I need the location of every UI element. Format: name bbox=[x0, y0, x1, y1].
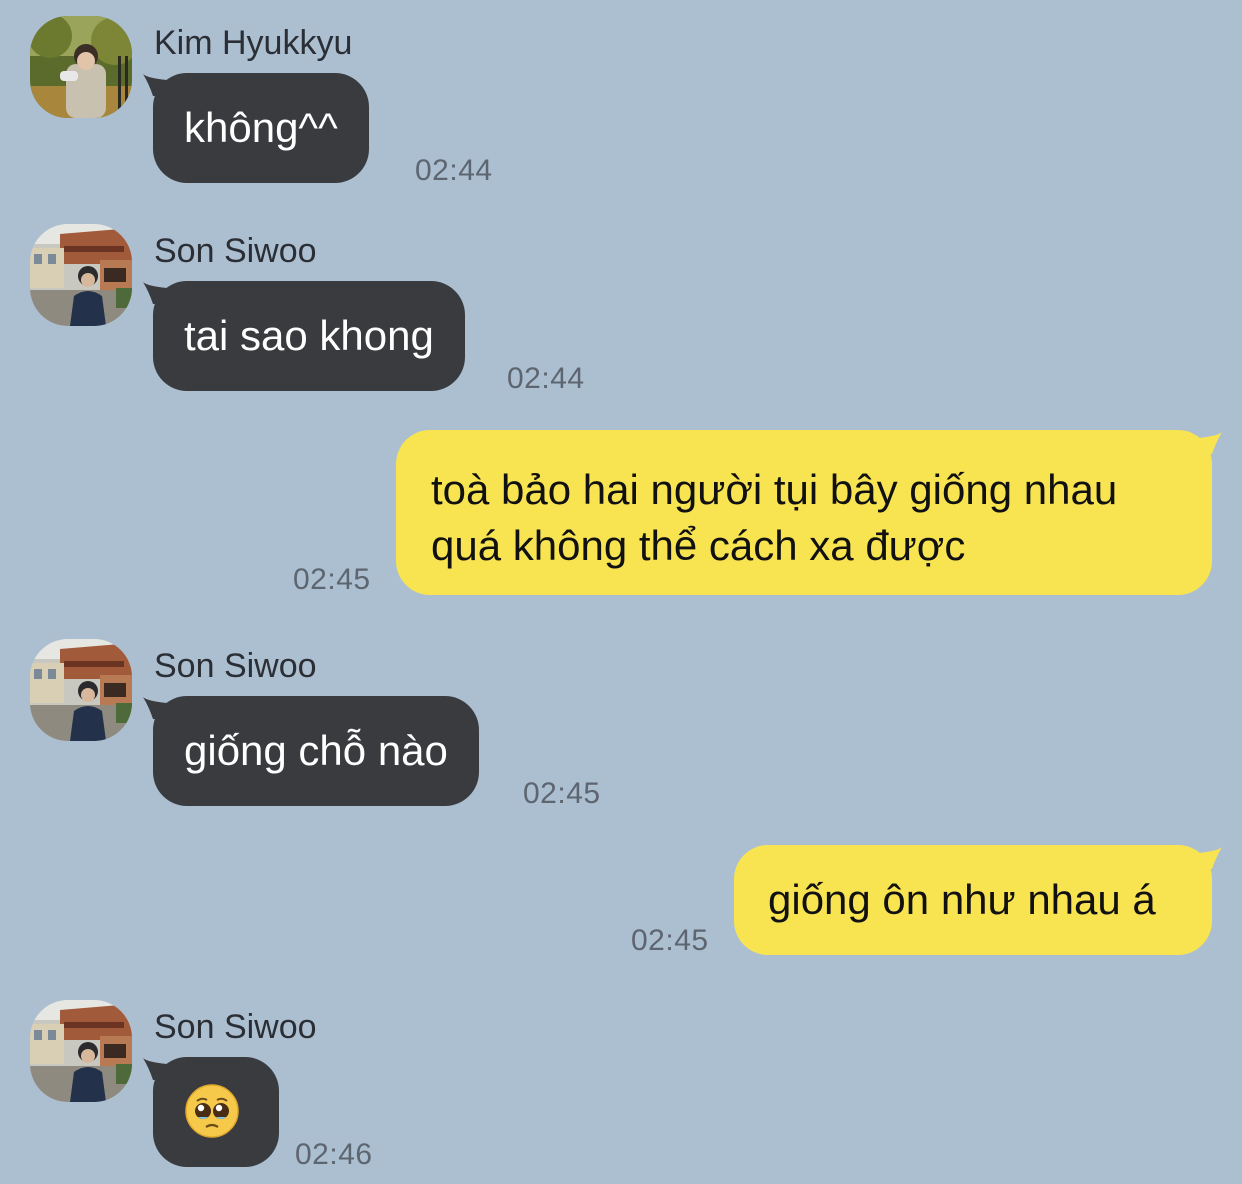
timestamp: 02:44 bbox=[415, 154, 493, 187]
timestamp: 02:45 bbox=[293, 563, 371, 596]
timestamp: 02:46 bbox=[295, 1138, 373, 1171]
bubble-tail bbox=[1198, 847, 1222, 869]
message-bubble[interactable] bbox=[153, 1057, 279, 1167]
message-bubble[interactable]: giống chỗ nào bbox=[153, 696, 479, 806]
pleading-face-emoji bbox=[185, 1084, 239, 1138]
message-bubble[interactable]: không^^ bbox=[153, 73, 369, 183]
message-text: tai sao khong bbox=[184, 312, 434, 359]
message-bubble[interactable]: giống ôn như nhau á bbox=[734, 845, 1212, 955]
message-text-line: toà bảo hai người tụi bây giống nhau bbox=[431, 466, 1118, 513]
sender-name: Kim Hyukkyu bbox=[154, 24, 353, 62]
avatar-image bbox=[30, 1000, 132, 1102]
timestamp: 02:45 bbox=[631, 924, 709, 957]
avatar-image bbox=[30, 224, 132, 326]
avatar[interactable] bbox=[30, 16, 132, 118]
timestamp: 02:44 bbox=[507, 362, 585, 395]
message-text: giống chỗ nào bbox=[184, 727, 448, 774]
message-bubble[interactable]: toà bảo hai người tụi bây giống nhau quá… bbox=[396, 430, 1212, 595]
avatar[interactable] bbox=[30, 224, 132, 326]
message-text-line: quá không thể cách xa được bbox=[431, 522, 966, 569]
message-bubble[interactable]: tai sao khong bbox=[153, 281, 465, 391]
timestamp: 02:45 bbox=[523, 777, 601, 810]
avatar[interactable] bbox=[30, 1000, 132, 1102]
message-text: giống ôn như nhau á bbox=[768, 876, 1156, 923]
sender-name: Son Siwoo bbox=[154, 1008, 317, 1046]
sender-name: Son Siwoo bbox=[154, 232, 317, 270]
avatar-image bbox=[30, 639, 132, 741]
message-text: không^^ bbox=[184, 104, 338, 151]
sender-name: Son Siwoo bbox=[154, 647, 317, 685]
bubble-tail bbox=[1198, 432, 1222, 454]
avatar[interactable] bbox=[30, 639, 132, 741]
avatar-image bbox=[30, 16, 132, 118]
